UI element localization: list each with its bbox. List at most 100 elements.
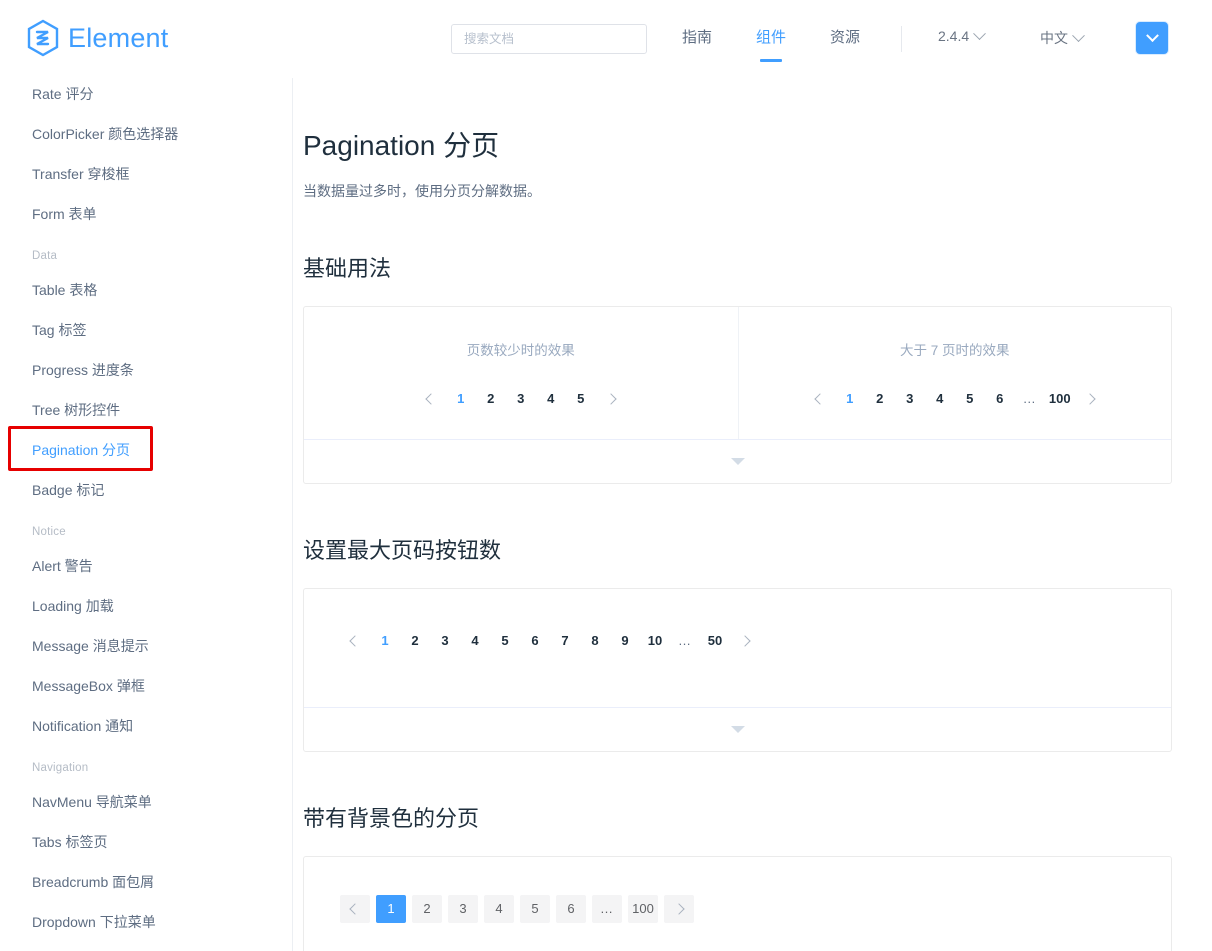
pagination-page-3[interactable]: 3: [506, 385, 536, 413]
version-selector[interactable]: 2.4.4: [938, 26, 987, 44]
demo-caption: 页数较少时的效果: [466, 343, 575, 358]
pagination-page-5[interactable]: 5: [520, 895, 550, 923]
pagination[interactable]: 1 2 3 4 5 6… 100: [739, 385, 1172, 413]
sidebar-item-colorpicker[interactable]: ColorPicker 颜色选择器: [0, 114, 292, 154]
sidebar-item-message[interactable]: Message 消息提示: [0, 626, 292, 666]
version-label: 2.4.4: [938, 28, 970, 44]
pagination-page-9[interactable]: 9: [610, 627, 640, 655]
chevron-left-icon: [349, 903, 361, 915]
pagination-page-6[interactable]: 6: [985, 385, 1015, 413]
sidebar-item-notification[interactable]: Notification 通知: [0, 706, 292, 746]
pagination-page-1[interactable]: 1: [370, 627, 400, 655]
pagination-page-3[interactable]: 3: [430, 627, 460, 655]
pagination-page-50[interactable]: 50: [700, 627, 730, 655]
demo-panel: 页数较少时的效果 1 2 3 4 5: [304, 307, 738, 439]
pagination-page-2[interactable]: 2: [865, 385, 895, 413]
site-header: Element 指南 组件 资源 2.4.4 中文: [0, 0, 1212, 78]
pagination-page-4[interactable]: 4: [925, 385, 955, 413]
chevron-down-icon: [973, 26, 987, 40]
nav-item-components[interactable]: 组件: [734, 22, 808, 54]
component-sidebar[interactable]: Rate 评分 ColorPicker 颜色选择器 Transfer 穿梭框 Form…: [0, 62, 293, 951]
sidebar-item-tabs[interactable]: Tabs 标签页: [0, 822, 292, 862]
pagination-page-10[interactable]: 10: [640, 627, 670, 655]
demo-block: 1 2 3 4 5 6… 100: [303, 856, 1172, 951]
chevron-left-icon: [814, 393, 826, 405]
page-title: Pagination 分页: [303, 130, 500, 161]
pagination-prev-button[interactable]: [416, 385, 446, 413]
sidebar-item-breadcrumb[interactable]: Breadcrumb 面包屑: [0, 862, 292, 902]
pagination-prev-button[interactable]: [340, 895, 370, 923]
pagination-next-button[interactable]: [664, 895, 694, 923]
demo-block: 1 2 3 4 5 6 7 8 9 10… 50: [303, 588, 1172, 752]
caret-down-icon: [730, 458, 745, 465]
pagination-next-button[interactable]: [730, 627, 760, 655]
pagination-ellipsis[interactable]: …: [592, 895, 622, 923]
search-box[interactable]: [451, 24, 647, 54]
brand-logo[interactable]: Element: [26, 19, 168, 57]
doc-sections: 基础用法 页数较少时的效果 1 2 3 4 5 大于 7 页时的效果 1 2 3 4 5 6… 100 设置最…: [303, 254, 1172, 951]
pagination-next-button[interactable]: [596, 385, 626, 413]
main-content: Pagination 分页 当数据量过多时，使用分页分解数据。 基础用法 页数较少…: [293, 62, 1212, 951]
pagination-ellipsis[interactable]: …: [670, 627, 700, 655]
pagination-page-8[interactable]: 8: [580, 627, 610, 655]
language-selector[interactable]: 中文: [1040, 28, 1085, 48]
demo-panel: 1 2 3 4 5 6… 100: [304, 857, 1171, 951]
pagination-page-6[interactable]: 6: [520, 627, 550, 655]
chevron-left-icon: [425, 393, 437, 405]
section-title: 设置最大页码按钮数: [303, 538, 502, 563]
section-title: 带有背景色的分页: [303, 806, 480, 831]
pagination-page-4[interactable]: 4: [484, 895, 514, 923]
pagination-page-5[interactable]: 5: [490, 627, 520, 655]
show-code-toggle[interactable]: [304, 707, 1171, 751]
nav-item-guide[interactable]: 指南: [660, 22, 734, 54]
sidebar-item-messagebox[interactable]: MessageBox 弹框: [0, 666, 292, 706]
search-input[interactable]: [462, 31, 636, 47]
pagination-page-4[interactable]: 4: [460, 627, 490, 655]
pagination-page-2[interactable]: 2: [400, 627, 430, 655]
sidebar-item-tree[interactable]: Tree 树形控件: [0, 390, 292, 430]
pagination[interactable]: 1 2 3 4 5 6 7 8 9 10… 50: [340, 627, 1171, 655]
pagination-prev-button[interactable]: [805, 385, 835, 413]
pagination-page-3[interactable]: 3: [895, 385, 925, 413]
demo-caption: 大于 7 页时的效果: [899, 343, 1010, 358]
sidebar-item-table[interactable]: Table 表格: [0, 270, 292, 310]
pagination-page-3[interactable]: 3: [448, 895, 478, 923]
pagination-page-5[interactable]: 5: [955, 385, 985, 413]
pagination-prev-button[interactable]: [340, 627, 370, 655]
pagination-page-5[interactable]: 5: [566, 385, 596, 413]
pagination-page-1[interactable]: 1: [376, 895, 406, 923]
pagination[interactable]: 12345: [304, 385, 738, 413]
pagination[interactable]: 1 2 3 4 5 6… 100: [340, 895, 1171, 923]
pagination-page-100[interactable]: 100: [1045, 385, 1075, 413]
pagination-page-4[interactable]: 4: [536, 385, 566, 413]
show-code-toggle[interactable]: [304, 439, 1171, 483]
demo-body: 1 2 3 4 5 6… 100: [304, 857, 1171, 951]
element-logo-icon: [27, 19, 59, 57]
pagination-page-1[interactable]: 1: [446, 385, 476, 413]
sidebar-item-loading[interactable]: Loading 加载: [0, 586, 292, 626]
sidebar-item-rate[interactable]: Rate 评分: [0, 74, 292, 114]
pagination-page-100[interactable]: 100: [628, 895, 658, 923]
sidebar-item-badge[interactable]: Badge 标记: [0, 470, 292, 510]
demo-body: 1 2 3 4 5 6 7 8 9 10… 50: [304, 589, 1171, 707]
sidebar-item-pagination[interactable]: Pagination 分页: [0, 430, 292, 470]
pagination-page-1[interactable]: 1: [835, 385, 865, 413]
pagination-page-2[interactable]: 2: [476, 385, 506, 413]
sidebar-item-tag[interactable]: Tag 标签: [0, 310, 292, 350]
sidebar-item-progress[interactable]: Progress 进度条: [0, 350, 292, 390]
sidebar-item-form[interactable]: Form 表单: [0, 194, 292, 234]
sidebar-item-dropdown[interactable]: Dropdown 下拉菜单: [0, 902, 292, 942]
chevron-left-icon: [349, 635, 361, 647]
nav-item-resources[interactable]: 资源: [808, 22, 882, 54]
sidebar-item-navmenu[interactable]: NavMenu 导航菜单: [0, 782, 292, 822]
pagination-ellipsis[interactable]: …: [1015, 385, 1045, 413]
sidebar-item-alert[interactable]: Alert 警告: [0, 546, 292, 586]
pagination-page-6[interactable]: 6: [556, 895, 586, 923]
theme-toggle-button[interactable]: [1136, 22, 1168, 54]
demo-panel: 1 2 3 4 5 6 7 8 9 10… 50: [304, 589, 1171, 707]
sidebar-item-transfer[interactable]: Transfer 穿梭框: [0, 154, 292, 194]
demo-panel: 大于 7 页时的效果 1 2 3 4 5 6… 100: [737, 307, 1172, 439]
pagination-next-button[interactable]: [1075, 385, 1105, 413]
pagination-page-2[interactable]: 2: [412, 895, 442, 923]
pagination-page-7[interactable]: 7: [550, 627, 580, 655]
